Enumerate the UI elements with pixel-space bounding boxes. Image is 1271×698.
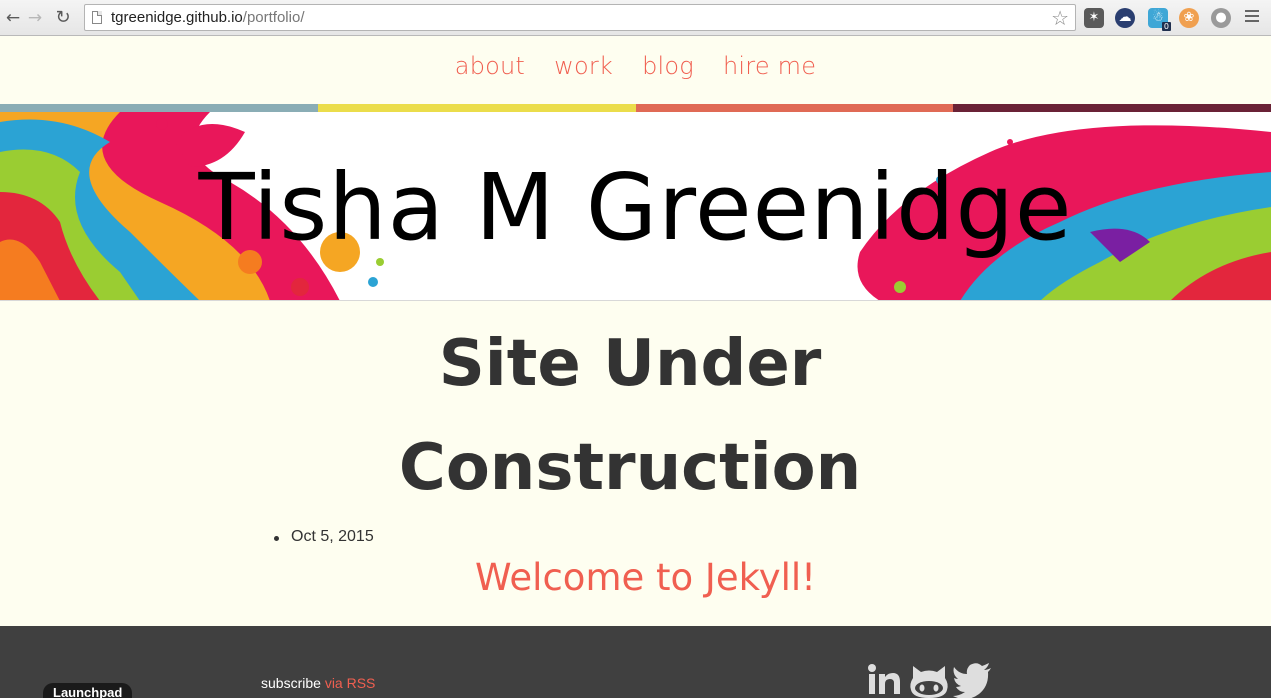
bookmark-star-icon[interactable]: ☆ bbox=[1051, 6, 1069, 30]
browser-toolbar: ← → ↻ tgreenidge.github.io/portfolio/ ☆ … bbox=[0, 0, 1271, 36]
nav-link-blog[interactable]: blog bbox=[642, 52, 694, 80]
pocket-icon[interactable]: ❀ bbox=[1179, 8, 1199, 28]
menu-icon[interactable] bbox=[1245, 10, 1259, 25]
url-path: /portfolio/ bbox=[242, 9, 305, 26]
forward-button[interactable]: → bbox=[25, 8, 45, 28]
linkedin-icon[interactable] bbox=[867, 660, 905, 698]
site-nav: about work blog hire me bbox=[0, 52, 1271, 80]
nav-link-hire-me[interactable]: hire me bbox=[723, 52, 816, 80]
header-banner: Tisha M Greenidge bbox=[0, 112, 1271, 301]
site-title[interactable]: Tisha M Greenidge bbox=[0, 154, 1271, 261]
page-icon bbox=[92, 11, 102, 24]
cloud-icon[interactable]: ☁ bbox=[1115, 8, 1135, 28]
address-bar[interactable]: tgreenidge.github.io/portfolio/ ☆ bbox=[84, 4, 1076, 31]
nav-link-about[interactable]: about bbox=[455, 52, 525, 80]
post-link[interactable]: Welcome to Jekyll! bbox=[0, 556, 1271, 599]
stripe-segment bbox=[953, 104, 1271, 112]
footer: Launchpad subscribe via RSS bbox=[0, 626, 1271, 698]
stripe-segment bbox=[317, 104, 636, 112]
stripe-segment bbox=[635, 104, 954, 112]
color-stripe bbox=[0, 104, 1271, 112]
subscribe-label: subscribe bbox=[261, 675, 321, 691]
rss-link[interactable]: via RSS bbox=[325, 675, 376, 691]
back-button[interactable]: ← bbox=[3, 8, 23, 28]
ghostery-icon[interactable]: ☃ 0 bbox=[1148, 8, 1171, 31]
stripe-segment bbox=[0, 104, 318, 112]
ghostery-badge: 0 bbox=[1161, 22, 1171, 31]
url-host: tgreenidge.github.io bbox=[111, 9, 243, 26]
reload-button[interactable]: ↻ bbox=[53, 8, 73, 28]
post-date: Oct 5, 2015 bbox=[274, 528, 374, 545]
subscribe-text: subscribe via RSS bbox=[261, 675, 375, 691]
launchpad-badge[interactable]: Launchpad bbox=[43, 683, 133, 698]
github-icon[interactable] bbox=[909, 660, 948, 698]
nav-link-work[interactable]: work bbox=[554, 52, 613, 80]
globe-icon[interactable]: ● bbox=[1211, 8, 1231, 28]
url-text[interactable]: tgreenidge.github.io/portfolio/ bbox=[111, 9, 304, 26]
twitter-icon[interactable] bbox=[953, 660, 991, 698]
post-title: Site Under Construction bbox=[398, 327, 862, 505]
evernote-icon[interactable]: ✶ bbox=[1084, 8, 1104, 28]
